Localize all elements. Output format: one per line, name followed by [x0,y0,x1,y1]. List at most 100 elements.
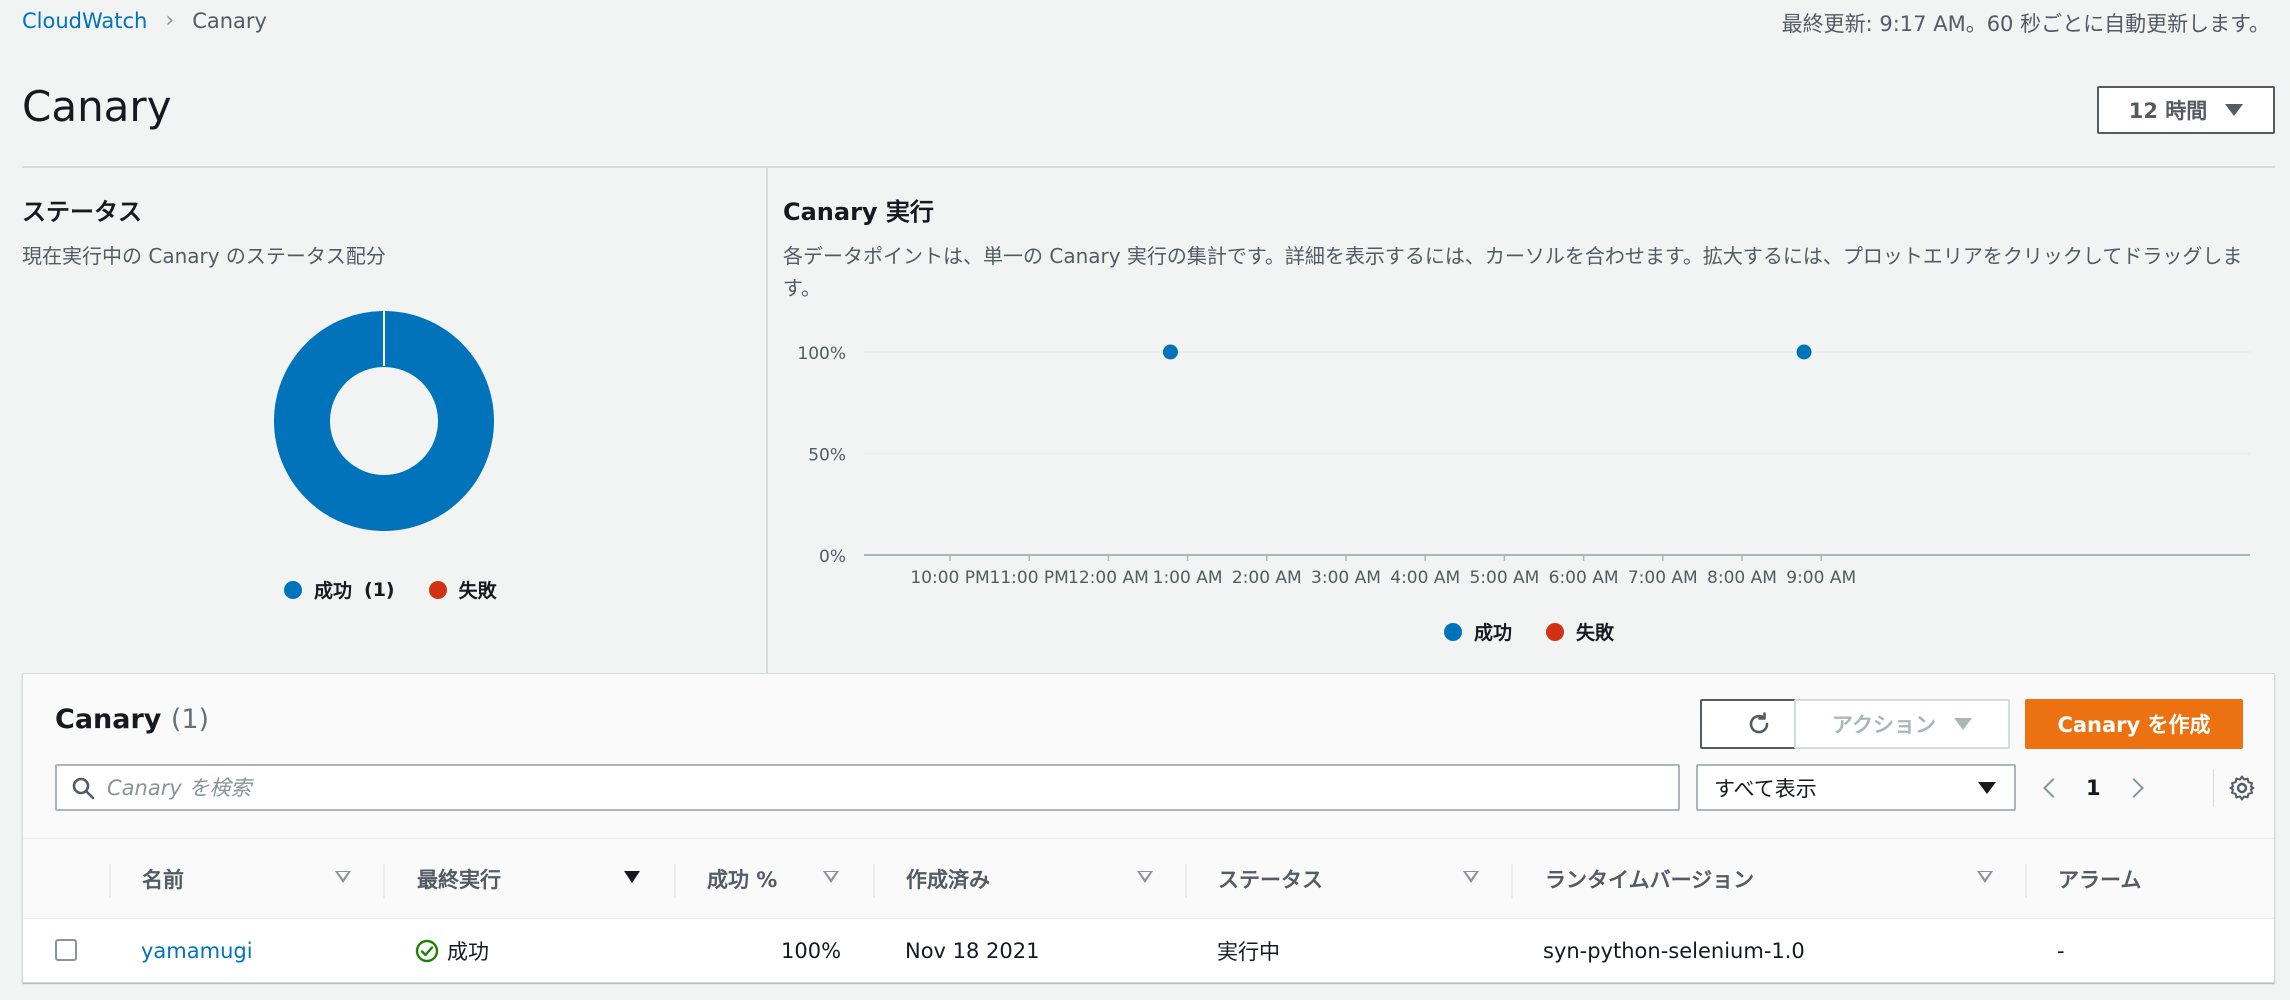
table-row-runtime: syn-python-selenium-1.0 [1543,939,1805,963]
success-check-icon [415,939,439,963]
column-header-status[interactable]: ステータス [1218,839,1323,919]
chevron-left-icon[interactable] [2043,777,2063,798]
x-tick-label: 11:00 PM [990,568,1069,588]
chevron-right-icon: › [165,8,175,33]
filter-select[interactable]: すべて表示 [1696,764,2016,811]
refresh-icon [1749,712,1769,734]
search-icon [72,777,95,799]
failure-dot-icon [1546,622,1565,641]
x-tick-label: 8:00 AM [1707,568,1777,588]
table-row-last-run: 成功 [415,919,489,983]
filter-select-value: すべて表示 [1714,776,1817,801]
table-row-success-pct: 100% [781,939,842,963]
x-tick-label: 10:00 PM [910,568,989,588]
legend-item-failure[interactable]: 失敗 [428,576,497,603]
create-canary-button[interactable]: Canary を作成 [2025,699,2243,749]
status-subtitle: 現在実行中の Canary のステータス配分 [22,244,386,268]
x-tick-label: 7:00 AM [1628,568,1698,588]
last-updated-text: 最終更新: 9:17 AM。60 秒ごとに自動更新します。 [1781,12,2270,36]
runs-subtitle: 各データポイントは、単一の Canary 実行の集計です。詳細を表示するには、カ… [783,244,2243,300]
y-tick-label: 50% [808,446,846,466]
x-tick-label: 12:00 AM [1068,568,1149,588]
page-number[interactable]: 1 [2086,776,2101,800]
data-point[interactable] [1162,344,1178,360]
table-count: (1) [170,704,210,735]
pagination: 1 [2043,764,2144,811]
table-row-created: Nov 18 2021 [905,939,1040,963]
status-legend: 成功 (1) 失敗 [284,576,497,603]
legend-item-success[interactable]: 成功 (1) [284,576,395,603]
runs-legend: 成功 失敗 [1444,618,1614,645]
legend-item-failure[interactable]: 失敗 [1546,618,1614,645]
actions-label: アクション [1832,713,1936,737]
last-run-label: 成功 [447,940,489,964]
legend-success-count: (1) [364,578,395,601]
breadcrumb: CloudWatch › Canary [22,8,267,33]
table-row-status: 実行中 [1217,940,1280,964]
legend-item-success[interactable]: 成功 [1444,618,1512,645]
sort-icon[interactable] [823,871,839,883]
table-row-alarm: - [2057,939,2065,963]
canary-table-panel: Canary (1) アクション Canary を作成 すべて表示 1 名前 [22,673,2275,983]
x-tick-label: 3:00 AM [1311,568,1381,588]
column-header-success-pct[interactable]: 成功 % [707,839,777,919]
sort-icon[interactable] [1137,871,1153,883]
page-title: Canary [22,82,172,131]
caret-down-icon [2225,104,2244,116]
column-header-alarm[interactable]: アラーム [2058,839,2141,919]
table-row-name: yamamugi [141,919,253,983]
divider [22,166,2275,168]
caret-down-icon [1978,781,1996,794]
divider [2213,769,2214,807]
runs-title: Canary 実行 [783,198,934,226]
sort-descending-icon[interactable] [624,871,640,883]
column-header-name[interactable]: 名前 [142,839,184,919]
sort-icon[interactable] [1977,871,1993,883]
legend-success-label: 成功 [1474,622,1513,644]
caret-down-icon [1953,718,1972,730]
x-tick-label: 9:00 AM [1786,568,1856,588]
column-divider [1185,864,1187,898]
gear-icon[interactable] [2228,774,2256,802]
status-donut-chart [274,310,494,531]
x-tick-label: 1:00 AM [1153,568,1223,588]
column-header-runtime[interactable]: ランタイムバージョン [1545,839,1754,919]
x-tick-label: 4:00 AM [1390,568,1460,588]
time-range-label: 12 時間 [2128,99,2208,123]
column-divider [674,864,676,898]
data-point[interactable] [1796,344,1812,360]
y-tick-label: 0% [819,547,846,567]
status-title: ステータス [22,198,142,226]
success-dot-icon [1444,622,1462,641]
actions-dropdown[interactable]: アクション [1794,699,2010,749]
y-tick-label: 100% [797,344,846,364]
chevron-right-icon[interactable] [2123,777,2144,798]
time-range-dropdown[interactable]: 12 時間 [2097,86,2275,134]
legend-failure-label: 失敗 [1576,622,1615,644]
success-dot-icon [284,580,302,599]
column-divider [1511,864,1513,898]
legend-failure-label: 失敗 [458,580,497,602]
x-tick-label: 2:00 AM [1232,568,1302,588]
sort-icon[interactable] [335,871,351,883]
table-title: Canary (1) [55,704,209,735]
legend-success-label: 成功 [314,580,353,602]
column-divider [2025,864,2027,898]
table-title-label: Canary [55,704,162,735]
column-divider [383,864,385,898]
column-header-last-run[interactable]: 最終実行 [417,839,501,919]
search-field[interactable] [55,764,1680,811]
sort-icon[interactable] [1463,871,1479,883]
failure-dot-icon [428,580,447,599]
column-header-created[interactable]: 作成済み [906,839,990,919]
breadcrumb-cloudwatch-link[interactable]: CloudWatch [22,9,147,33]
x-tick-label: 5:00 AM [1469,568,1539,588]
runs-scatter-chart[interactable]: 100% 50% 0% 10:00 PM 11:00 PM 12:00 AM 1:00 AM… [780,330,2280,590]
canary-name-link[interactable]: yamamugi [141,939,253,963]
x-tick-label: 6:00 AM [1549,568,1619,588]
divider-vertical [766,168,768,673]
row-checkbox[interactable] [55,939,77,961]
column-divider [109,864,111,898]
column-divider [873,864,875,898]
search-input[interactable] [107,775,1607,800]
